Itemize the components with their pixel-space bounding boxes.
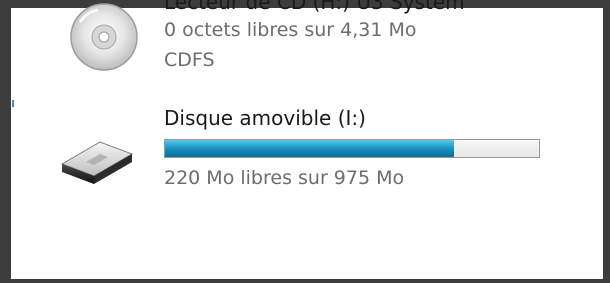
drive-filesystem: CDFS [164, 49, 215, 71]
removable-drive-icon [56, 134, 136, 190]
drive-list: Lecteur de CD (H:) U3 System 0 octets li… [0, 0, 610, 283]
drive-text-cd: Lecteur de CD (H:) U3 System 0 octets li… [164, 0, 465, 72]
explorer-window: Lecteur de CD (H:) U3 System 0 octets li… [0, 0, 610, 283]
drive-title: Disque amovible (I:) [164, 106, 366, 130]
cd-drive-icon [68, 2, 140, 72]
drive-free-space: 220 Mo libres sur 975 Mo [164, 167, 405, 189]
drive-title: Lecteur de CD (H:) U3 System [164, 0, 465, 14]
drive-item-cd[interactable]: Lecteur de CD (H:) U3 System 0 octets li… [50, 0, 570, 88]
drive-free-space: 0 octets libres sur 4,31 Mo [164, 19, 417, 41]
drive-text-removable: Disque amovible (I:) 220 Mo libres sur 9… [164, 106, 540, 190]
drive-item-removable[interactable]: Disque amovible (I:) 220 Mo libres sur 9… [50, 98, 570, 198]
drive-usage-bar [164, 139, 540, 158]
drive-usage-fill [165, 140, 455, 157]
